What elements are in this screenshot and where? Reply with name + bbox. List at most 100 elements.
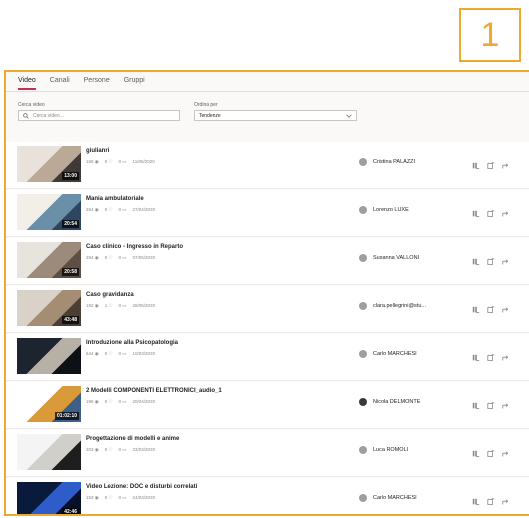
watch-later-icon[interactable]	[487, 445, 495, 457]
watch-later-icon[interactable]	[487, 349, 495, 361]
video-title[interactable]: Mania ambulatoriale	[86, 196, 144, 202]
eye-icon: ◉	[93, 255, 99, 260]
watch-later-icon[interactable]	[487, 253, 495, 265]
add-to-list-icon[interactable]	[472, 157, 480, 169]
video-row[interactable]: 20:58 Caso clinico - Ingresso in Reparto 2…	[6, 238, 529, 285]
video-author[interactable]: clara.pellegrini@stu...	[359, 302, 426, 310]
eye-icon: ◉	[93, 159, 99, 164]
meta-date: 20/04/2020	[133, 399, 156, 405]
video-thumbnail[interactable]	[17, 338, 81, 374]
eye-icon: ◉	[93, 447, 99, 452]
share-icon[interactable]	[502, 493, 510, 505]
author-name: clara.pellegrini@stu...	[373, 303, 426, 309]
video-meta: 168 ◉ 0 ♡ 0 ▭ 11/05/2020	[86, 159, 155, 165]
video-author[interactable]: Susanna VALLONI	[359, 254, 419, 262]
meta-date: 27/04/2020	[133, 207, 156, 213]
video-title[interactable]: Progettazione di modelli e anime	[86, 436, 179, 442]
eye-icon: ◉	[93, 399, 99, 404]
share-icon[interactable]	[502, 445, 510, 457]
video-row[interactable]: 01:02:10 2 Modelli COMPONENTI ELETTRONICI…	[6, 382, 529, 429]
avatar	[359, 254, 367, 262]
video-row[interactable]: Introduzione alla Psicopatologia 644 ◉ 0 ♡…	[6, 334, 529, 381]
video-meta: 182 ◉ 1 ♡ 0 ▭ 28/05/2020	[86, 303, 155, 309]
video-thumbnail[interactable]: 20:54	[17, 194, 81, 230]
share-icon[interactable]	[502, 205, 510, 217]
video-title[interactable]: giulianri	[86, 148, 109, 154]
tab-persone[interactable]: Persone	[84, 77, 110, 90]
share-icon[interactable]	[502, 301, 510, 313]
video-author[interactable]: Luca ROMOLI	[359, 446, 408, 454]
video-meta: 203 ◉ 0 ♡ 0 ▭ 23/03/2020	[86, 447, 155, 453]
author-name: Cristina PALAZZI	[373, 159, 416, 165]
tab-video[interactable]: Video	[18, 77, 36, 90]
meta-date-value: 07/05/2020	[132, 255, 156, 260]
video-author[interactable]: Nicola DELMONTE	[359, 398, 420, 406]
row-actions	[472, 349, 510, 361]
add-to-list-icon[interactable]	[472, 493, 480, 505]
meta-likes: 1 ♡	[105, 303, 113, 309]
video-author[interactable]: Carlo MARCHESI	[359, 494, 417, 502]
meta-likes: 0 ♡	[105, 351, 113, 357]
watch-later-icon[interactable]	[487, 397, 495, 409]
meta-date: 07/05/2020	[133, 255, 156, 261]
video-thumbnail[interactable]	[17, 434, 81, 470]
search-input[interactable]: Cerca video...	[18, 110, 180, 121]
tab-divider	[6, 91, 529, 92]
video-row[interactable]: Progettazione di modelli e anime 203 ◉ 0 ♡…	[6, 430, 529, 477]
video-title[interactable]: 2 Modelli COMPONENTI ELETTRONICI_audio_1	[86, 388, 222, 394]
video-thumbnail[interactable]: 01:02:10	[17, 386, 81, 422]
tab-gruppi[interactable]: Gruppi	[124, 77, 145, 90]
share-icon[interactable]	[502, 157, 510, 169]
add-to-list-icon[interactable]	[472, 445, 480, 457]
add-to-list-icon[interactable]	[472, 349, 480, 361]
search-label: Cerca video	[18, 102, 45, 108]
share-icon[interactable]	[502, 253, 510, 265]
heart-icon: ♡	[107, 207, 113, 212]
meta-likes: 0 ♡	[105, 447, 113, 453]
avatar	[359, 206, 367, 214]
author-name: Nicola DELMONTE	[373, 399, 421, 405]
watch-later-icon[interactable]	[487, 157, 495, 169]
sort-dropdown[interactable]: Tendenze	[194, 110, 357, 121]
search-icon	[23, 112, 29, 119]
add-to-list-icon[interactable]	[472, 397, 480, 409]
comment-icon: ▭	[121, 351, 127, 356]
watch-later-icon[interactable]	[487, 493, 495, 505]
avatar	[359, 398, 367, 406]
video-row[interactable]: 13:00 giulianri 168 ◉ 0 ♡ 0 ▭ 11/05/2020 Crist…	[6, 142, 529, 189]
watch-later-icon[interactable]	[487, 301, 495, 313]
video-row[interactable]: 43:48 Caso gravidanza 182 ◉ 1 ♡ 0 ▭ 28/05/202…	[6, 286, 529, 333]
meta-date: 23/03/2020	[133, 447, 156, 453]
share-icon[interactable]	[502, 349, 510, 361]
share-icon[interactable]	[502, 397, 510, 409]
video-duration: 43:48	[62, 316, 79, 324]
video-row[interactable]: 42:46 Video Lezione: DOC e disturbi corre…	[6, 478, 529, 514]
meta-date-value: 11/05/2020	[132, 159, 155, 164]
video-title[interactable]: Video Lezione: DOC e disturbi correlati	[86, 484, 197, 490]
heart-icon: ♡	[107, 303, 113, 308]
watch-later-icon[interactable]	[487, 205, 495, 217]
video-author[interactable]: Lorenzo LUXE	[359, 206, 409, 214]
eye-icon: ◉	[93, 351, 99, 356]
author-name: Lorenzo LUXE	[373, 207, 409, 213]
tab-canali[interactable]: Canali	[50, 77, 70, 90]
video-thumbnail[interactable]: 20:58	[17, 242, 81, 278]
video-title[interactable]: Caso gravidanza	[86, 292, 134, 298]
row-actions	[472, 253, 510, 265]
add-to-list-icon[interactable]	[472, 253, 480, 265]
row-actions	[472, 493, 510, 505]
add-to-list-icon[interactable]	[472, 301, 480, 313]
meta-views-value: 168	[86, 159, 94, 164]
author-name: Carlo MARCHESI	[373, 495, 417, 501]
video-author[interactable]: Cristina PALAZZI	[359, 158, 415, 166]
video-title[interactable]: Caso clinico - Ingresso in Reparto	[86, 244, 183, 250]
video-thumbnail[interactable]: 13:00	[17, 146, 81, 182]
video-row[interactable]: 20:54 Mania ambulatoriale 264 ◉ 0 ♡ 0 ▭ 27/04…	[6, 190, 529, 237]
add-to-list-icon[interactable]	[472, 205, 480, 217]
avatar	[359, 158, 367, 166]
video-title[interactable]: Introduzione alla Psicopatologia	[86, 340, 178, 346]
author-name: Susanna VALLONI	[373, 255, 420, 261]
video-author[interactable]: Carlo MARCHESI	[359, 350, 417, 358]
video-thumbnail[interactable]: 42:46	[17, 482, 81, 514]
video-thumbnail[interactable]: 43:48	[17, 290, 81, 326]
